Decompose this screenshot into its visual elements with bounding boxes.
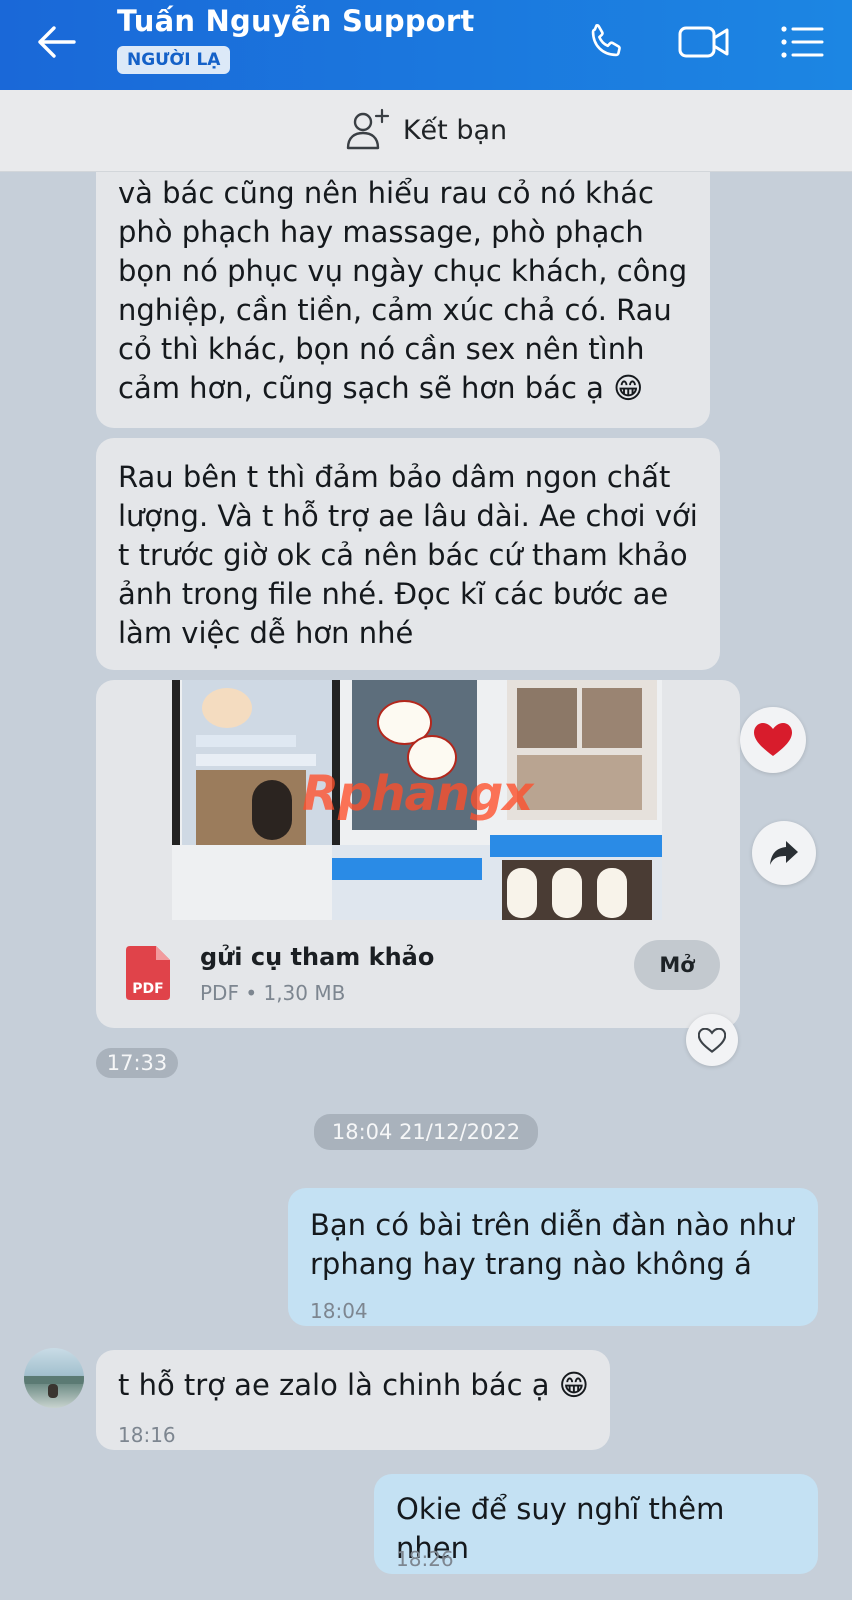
like-heart-outline-icon[interactable] xyxy=(686,1014,738,1066)
open-file-button[interactable]: Mở xyxy=(634,940,720,990)
pdf-file-icon: PDF xyxy=(126,946,170,1000)
message-line: cỏ thì khác, bọn nó cần sex nên tình xyxy=(118,332,645,366)
watermark: Rphangx xyxy=(302,766,533,822)
stranger-badge: NGƯỜI LẠ xyxy=(117,46,231,74)
message-time: 18:04 xyxy=(310,1299,368,1323)
back-arrow-icon[interactable] xyxy=(30,20,82,64)
add-friend-icon xyxy=(345,107,391,155)
message-line: lượng. Và t hỗ trợ ae lâu dài. Ae chơi v… xyxy=(118,499,698,533)
reaction-heart-icon[interactable] xyxy=(740,707,806,773)
contact-name[interactable]: Tuấn Nguyễn Support xyxy=(117,4,474,38)
message-line: phò phạch hay massage, phò phạch xyxy=(118,215,644,249)
message-time: 18:26 xyxy=(396,1547,454,1571)
message-line: rphang hay trang nào không á xyxy=(310,1247,752,1281)
message-line: cảm hơn, cũng sạch sẽ hơn bác ạ 😁 xyxy=(118,371,644,405)
message-line: Okie để suy nghĩ thêm nhen xyxy=(396,1492,725,1565)
incoming-message[interactable]: t hỗ trợ ae zalo là chinh bác ạ 😁 18:16 xyxy=(96,1350,610,1450)
menu-list-icon[interactable] xyxy=(776,18,828,66)
message-time: 17:33 xyxy=(96,1048,178,1078)
add-friend-bar-overlay[interactable]: Kết bạn xyxy=(0,90,852,172)
contact-avatar[interactable] xyxy=(24,1348,84,1408)
incoming-message[interactable]: và bác cũng nên hiểu rau cỏ nó khác phò … xyxy=(96,150,710,428)
message-line: ảnh trong file nhé. Đọc kĩ các bước ae xyxy=(118,577,669,611)
message-time: 18:16 xyxy=(118,1423,176,1447)
date-separator: 18:04 21/12/2022 xyxy=(314,1114,538,1150)
message-line: và bác cũng nên hiểu rau cỏ nó khác xyxy=(118,176,654,210)
message-line: bọn nó phục vụ ngày chục khách, công xyxy=(118,254,688,288)
message-line: Rau bên t thì đảm bảo dâm ngon chất xyxy=(118,460,671,494)
message-line: t hỗ trợ ae zalo là chinh bác ạ 😁 xyxy=(118,1368,589,1402)
outgoing-message[interactable]: Bạn có bài trên diễn đàn nào như rphang … xyxy=(288,1188,818,1326)
add-friend-label: Kết bạn xyxy=(402,115,508,146)
outgoing-message[interactable]: Okie để suy nghĩ thêm nhen 18:26 xyxy=(374,1474,818,1574)
incoming-message[interactable]: Rau bên t thì đảm bảo dâm ngon chất lượn… xyxy=(96,438,720,670)
file-name: gửi cụ tham khảo xyxy=(200,943,435,971)
chat-header: Tuấn Nguyễn Support NGƯỜI LẠ xyxy=(0,0,852,90)
file-meta: PDF • 1,30 MB xyxy=(200,981,346,1005)
file-preview-image[interactable]: Rphangx xyxy=(172,680,662,920)
phone-icon[interactable] xyxy=(580,18,632,66)
video-call-icon[interactable] xyxy=(678,18,730,66)
message-line: Bạn có bài trên diễn đàn nào như xyxy=(310,1208,794,1242)
forward-share-icon[interactable] xyxy=(752,821,816,885)
message-line: t trước giờ ok cả nên bác cứ tham khảo xyxy=(118,538,688,572)
message-line: làm việc dễ hơn nhé xyxy=(118,616,414,650)
message-line: nghiệp, cần tiền, cảm xúc chả có. Rau xyxy=(118,293,672,327)
file-message[interactable]: Rphangx PDF gửi cụ tham khảo PDF • 1,30 … xyxy=(96,680,740,1028)
